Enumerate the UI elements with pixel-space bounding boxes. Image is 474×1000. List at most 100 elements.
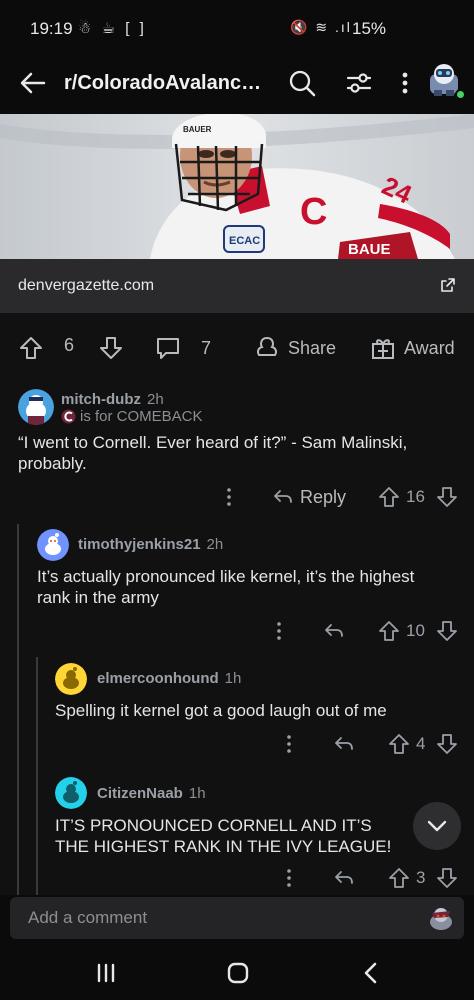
thread-line-depth-2[interactable] [36, 657, 38, 895]
comment-thread: mitch-dubz 2h is for COMEBACK “I went to … [0, 379, 474, 895]
comment-actions: Reply 16 [0, 486, 474, 512]
share-icon [257, 336, 277, 356]
comment-score: 3 [416, 868, 426, 887]
status-bar: 19:19 ☃ ☕ [ ] 🔇 ≋ .ıl 15% [0, 0, 474, 58]
post-upvote-button[interactable] [18, 335, 44, 361]
user-flair: is for COMEBACK [61, 408, 203, 425]
comment-actions: 4 [0, 733, 474, 759]
comment-more-button[interactable] [278, 867, 300, 889]
upvote-icon [20, 337, 42, 359]
notification-icons: ☃ ☕ [ ] [78, 20, 147, 37]
downvote-icon [437, 868, 457, 888]
post-image[interactable]: C 24 ECAC BAUE BAUER [0, 114, 474, 259]
upvote-icon [389, 868, 409, 888]
comment-actions: 3 [0, 867, 474, 893]
snoo-avatar-icon [430, 908, 452, 930]
search-icon[interactable] [287, 68, 317, 98]
comment-body: IT’S PRONOUNCED CORNELL AND IT’S THE HIG… [55, 816, 392, 856]
reply-arrow-icon [274, 490, 292, 503]
post-award-button[interactable]: Award [370, 335, 455, 361]
user-avatar-citizennaab[interactable] [55, 777, 87, 809]
link-preview-bar[interactable]: denvergazette.com [0, 259, 474, 313]
back-arrow-icon[interactable] [18, 68, 48, 98]
post-vote-count: 6 [64, 335, 75, 355]
add-comment-placeholder: Add a comment [28, 908, 148, 927]
award-gift-icon [372, 339, 394, 359]
more-vert-icon [277, 622, 281, 640]
comment-downvote-button[interactable] [436, 620, 458, 642]
comment-more-button[interactable] [278, 733, 300, 755]
user-avatar-timothyjenkins21[interactable] [37, 529, 69, 561]
reply-arrow-icon [335, 871, 353, 884]
upvote-icon [389, 734, 409, 754]
more-vert-icon [227, 488, 231, 506]
ecac-patch: ECAC [229, 235, 260, 247]
comment-upvote-button[interactable]: 3 [388, 867, 425, 889]
post-action-bar: 6 7 Share Award [0, 313, 474, 379]
glove-brand: BAUE [348, 241, 391, 258]
reply-button[interactable] [323, 620, 345, 642]
comment-upvote-button[interactable]: 16 [378, 486, 425, 508]
captain-letter: C [300, 191, 327, 233]
comment-body: Spelling it kernel got a good laugh out … [55, 701, 387, 720]
share-label: Share [288, 337, 337, 358]
post-comments-button[interactable]: 7 [155, 335, 211, 361]
comment-upvote-button[interactable]: 4 [388, 733, 425, 755]
comment-actions: 10 [0, 620, 474, 646]
external-link-icon[interactable] [440, 277, 456, 293]
comment-downvote-button[interactable] [436, 486, 458, 508]
comment-body: It’s actually pronounced like kernel, it… [37, 567, 415, 607]
comment-more-button[interactable] [218, 486, 240, 508]
post-share-button[interactable]: Share [254, 335, 336, 361]
upvote-icon [379, 621, 399, 641]
downvote-icon [437, 487, 457, 507]
helmet-brand: BAUER [183, 125, 212, 134]
comment-username[interactable]: elmercoonhound 1h [97, 670, 241, 687]
user-avatar-mitch-dubz[interactable] [18, 389, 54, 425]
comment-more-button[interactable] [268, 620, 290, 642]
signal-icons: 🔇 ≋ .ıl [290, 19, 352, 35]
downvote-icon [100, 337, 122, 359]
user-avatar-elmercoonhound[interactable] [55, 663, 87, 695]
downvote-icon [437, 621, 457, 641]
comment-upvote-button[interactable]: 10 [378, 620, 425, 642]
thread-line-depth-1[interactable] [17, 524, 19, 895]
status-time: 19:19 [30, 19, 73, 38]
online-status-dot [455, 89, 466, 100]
reply-arrow-icon [335, 737, 353, 750]
comment-downvote-button[interactable] [436, 867, 458, 889]
reply-button[interactable] [333, 867, 355, 889]
more-vert-icon [287, 735, 291, 753]
hockey-player-image: C 24 ECAC BAUE BAUER [0, 114, 474, 259]
more-vert-icon[interactable] [390, 68, 420, 98]
comment-score: 4 [416, 734, 426, 753]
reply-arrow-icon [325, 624, 343, 637]
comment-username[interactable]: timothyjenkins21 2h [78, 536, 223, 553]
subreddit-title[interactable]: r/ColoradoAvalanc… [64, 72, 261, 95]
add-comment-input[interactable]: Add a comment [10, 897, 464, 939]
comment-score: 10 [406, 621, 425, 640]
comment-body: “I went to Cornell. Ever heard of it?” -… [18, 433, 408, 473]
comment-downvote-button[interactable] [436, 733, 458, 755]
next-comment-button[interactable] [413, 802, 461, 850]
filter-icon[interactable] [344, 68, 374, 98]
app-header: r/ColoradoAvalanc… [0, 58, 474, 114]
avalanche-c-flair-icon [61, 409, 76, 424]
recent-apps-icon[interactable] [93, 960, 119, 986]
downvote-icon [437, 734, 457, 754]
reply-button[interactable] [333, 733, 355, 755]
post-downvote-button[interactable] [98, 335, 124, 361]
more-vert-icon [287, 869, 291, 887]
home-icon[interactable] [225, 960, 251, 986]
upvote-icon [379, 487, 399, 507]
reply-button[interactable]: Reply [272, 486, 346, 508]
system-nav-bar [0, 944, 474, 1000]
comment-username[interactable]: mitch-dubz 2h [61, 391, 164, 408]
comment-username[interactable]: CitizenNaab 1h [97, 785, 206, 802]
comment-score: 16 [406, 487, 425, 506]
comment-bubble-icon [157, 338, 179, 359]
link-domain[interactable]: denvergazette.com [18, 277, 154, 295]
back-nav-icon[interactable] [358, 960, 384, 986]
battery-level: 15% [352, 19, 387, 38]
award-label: Award [404, 337, 455, 358]
